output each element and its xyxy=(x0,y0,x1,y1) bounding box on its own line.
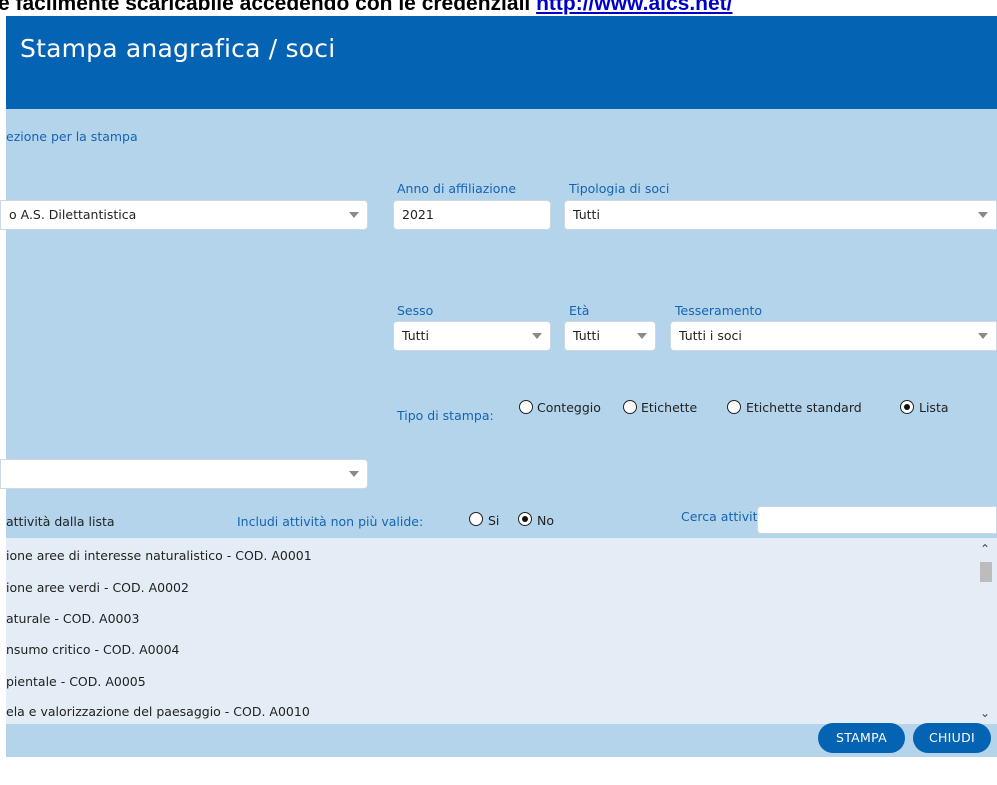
page-title: Stampa anagrafica / soci xyxy=(20,34,336,63)
tesseramento-value: Tutti i soci xyxy=(679,328,742,343)
chevron-down-icon xyxy=(637,333,647,339)
chevron-down-icon xyxy=(978,212,988,218)
ente-value: o A.S. Dilettantistica xyxy=(9,207,137,222)
form-panel: ezione per la stampa o A.S. Dilettantist… xyxy=(0,109,997,757)
anno-value: 2021 xyxy=(402,207,434,222)
chiudi-button[interactable]: CHIUDI xyxy=(913,723,991,753)
sesso-select[interactable]: Tutti xyxy=(393,321,551,351)
chevron-down-icon xyxy=(349,471,359,477)
attivita-label: attività dalla lista xyxy=(6,514,115,529)
stampa-button[interactable]: STAMPA xyxy=(818,723,905,753)
scroll-up-icon[interactable]: ⌃ xyxy=(979,542,991,556)
radio-lista[interactable] xyxy=(900,400,914,414)
tipo-stampa-label: Tipo di stampa: xyxy=(397,408,494,423)
eta-label: Età xyxy=(569,303,590,318)
anno-input[interactable]: 2021 xyxy=(393,200,551,230)
eta-select[interactable]: Tutti xyxy=(564,321,656,351)
section-title: ezione per la stampa xyxy=(6,129,138,144)
radio-includi-si-label: Si xyxy=(488,513,500,528)
radio-conteggio[interactable] xyxy=(519,400,533,414)
radio-conteggio-label: Conteggio xyxy=(537,400,601,415)
scroll-down-icon[interactable]: ⌄ xyxy=(979,706,991,720)
top-banner: e facilmente scaricabile accedendo con l… xyxy=(0,0,997,16)
list-item[interactable]: nsumo critico - COD. A0004 xyxy=(6,642,180,657)
anno-label: Anno di affiliazione xyxy=(397,181,517,196)
radio-includi-no[interactable] xyxy=(518,512,532,526)
radio-etichette[interactable] xyxy=(623,400,637,414)
cerca-input[interactable] xyxy=(757,506,997,534)
chevron-down-icon xyxy=(978,333,988,339)
radio-lista-label: Lista xyxy=(919,400,949,415)
eta-value: Tutti xyxy=(573,328,600,343)
banner-text: e facilmente scaricabile accedendo con l… xyxy=(0,0,537,15)
title-bar: Stampa anagrafica / soci xyxy=(6,16,997,109)
sesso-value: Tutti xyxy=(402,328,429,343)
activity-list[interactable]: ione aree di interesse naturalistico - C… xyxy=(6,538,997,724)
tipologia-select[interactable]: Tutti xyxy=(564,200,997,230)
radio-includi-si[interactable] xyxy=(469,512,483,526)
list-item[interactable]: aturale - COD. A0003 xyxy=(6,611,139,626)
list-item[interactable]: ione aree di interesse naturalistico - C… xyxy=(6,548,312,563)
ente-select[interactable]: o A.S. Dilettantistica xyxy=(0,200,368,230)
scroll-thumb[interactable] xyxy=(980,562,992,582)
chevron-down-icon xyxy=(532,333,542,339)
chevron-down-icon xyxy=(349,212,359,218)
radio-etichette-label: Etichette xyxy=(641,400,698,415)
tesseramento-select[interactable]: Tutti i soci xyxy=(670,321,997,351)
banner-link[interactable]: http://www.aics.net/ xyxy=(536,0,732,15)
tesseramento-label: Tesseramento xyxy=(675,303,763,318)
list-item[interactable]: ela e valorizzazione del paesaggio - COD… xyxy=(6,704,310,719)
radio-etichette-standard-label: Etichette standard xyxy=(746,400,862,415)
sesso-label: Sesso xyxy=(397,303,434,318)
list-item[interactable]: pientale - COD. A0005 xyxy=(6,674,146,689)
cerca-label: Cerca attività xyxy=(681,509,766,524)
list-scrollbar[interactable]: ⌃ ⌄ xyxy=(977,538,993,724)
radio-includi-no-label: No xyxy=(537,513,554,528)
tipologia-label: Tipologia di soci xyxy=(569,181,670,196)
lower-select[interactable] xyxy=(0,459,368,489)
includi-label: Includi attività non più valide: xyxy=(237,514,424,529)
tipologia-value: Tutti xyxy=(573,207,600,222)
list-item[interactable]: ione aree verdi - COD. A0002 xyxy=(6,580,189,595)
radio-etichette-standard[interactable] xyxy=(727,400,741,414)
